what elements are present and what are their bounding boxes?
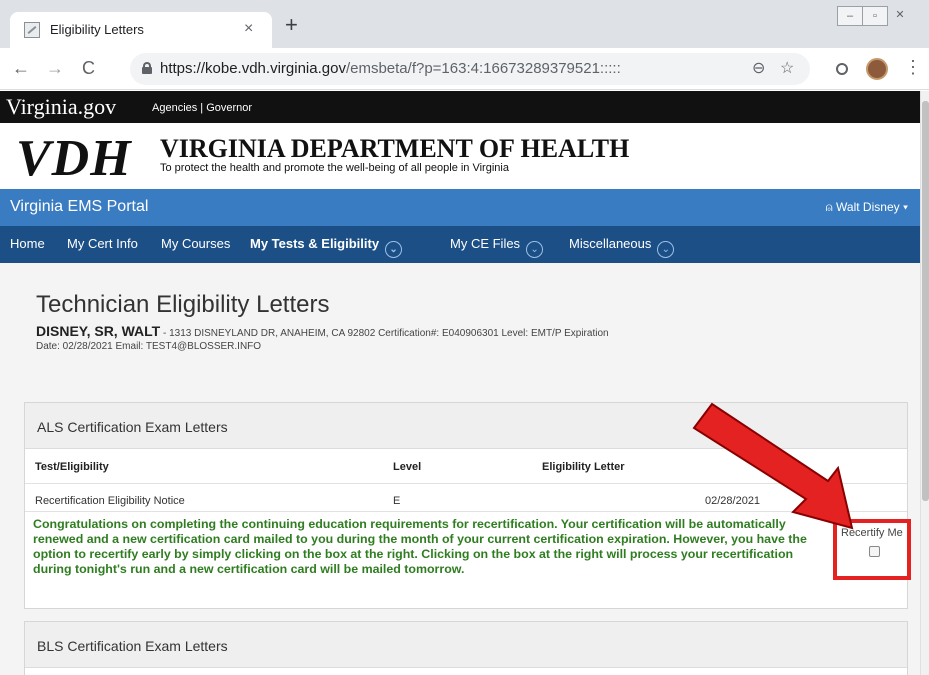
nav-tests-eligibility[interactable]: My Tests & Eligibility ⌄	[250, 236, 403, 258]
vdh-title: VIRGINIA DEPARTMENT OF HEALTH	[160, 134, 630, 163]
nav-miscellaneous[interactable]: Miscellaneous ⌄	[569, 236, 675, 258]
user-icon: ⍝	[825, 200, 837, 214]
main-nav: Home My Cert Info My Courses My Tests & …	[0, 226, 920, 263]
forward-icon[interactable]: →	[46, 58, 64, 79]
close-tab-icon[interactable]: ×	[244, 20, 253, 38]
cell-level: E	[393, 495, 401, 507]
window-controls: – ▫ ✕	[837, 6, 913, 26]
virginia-gov-logo[interactable]: Virginia.gov	[6, 94, 116, 120]
address-bar[interactable]: https://kobe.vdh.virginia.gov/emsbeta/f?…	[130, 53, 810, 85]
screenshot-root: Eligibility Letters × + – ▫ ✕ ← → C http…	[0, 0, 929, 675]
reload-icon[interactable]: C	[82, 58, 95, 79]
page-title: Technician Eligibility Letters	[36, 291, 330, 318]
nav-home[interactable]: Home	[10, 236, 45, 251]
portal-header: Virginia EMS Portal ⍝ Walt Disney ▾	[0, 189, 920, 226]
browser-toolbar: ← → C https://kobe.vdh.virginia.gov/emsb…	[0, 48, 929, 90]
scroll-thumb[interactable]	[922, 101, 929, 501]
gov-links[interactable]: Agencies | Governor	[152, 102, 252, 114]
bls-panel: BLS Certification Exam Letters	[24, 621, 908, 675]
new-tab-button[interactable]: +	[285, 14, 298, 36]
bls-panel-title: BLS Certification Exam Letters	[37, 638, 228, 654]
profile-avatar[interactable]	[866, 58, 888, 80]
page-favicon-icon	[24, 22, 40, 38]
bls-panel-header: BLS Certification Exam Letters	[25, 622, 907, 668]
chevron-down-icon[interactable]: ⌄	[385, 241, 403, 258]
menu-icon[interactable]: ⋮	[904, 57, 922, 78]
recertification-message: Congratulations on completing the contin…	[33, 517, 807, 576]
nav-courses[interactable]: My Courses	[161, 236, 230, 251]
row-divider	[25, 511, 907, 512]
lock-icon	[142, 62, 152, 74]
nav-ce-files[interactable]: My CE Files ⌄	[450, 236, 544, 258]
column-header-level[interactable]: Level	[393, 461, 421, 473]
column-header-test[interactable]: Test/Eligibility	[35, 461, 109, 473]
chevron-down-icon[interactable]: ⌄	[657, 241, 675, 258]
maximize-icon[interactable]: ▫	[862, 6, 888, 26]
close-window-icon[interactable]: ✕	[887, 6, 913, 26]
page-scrollbar[interactable]	[920, 91, 929, 675]
cell-date: 02/28/2021	[705, 495, 761, 507]
chevron-down-icon[interactable]: ⌄	[526, 241, 544, 258]
technician-name: DISNEY, SR, WALT	[36, 323, 161, 339]
portal-title[interactable]: Virginia EMS Portal	[10, 198, 148, 216]
star-icon[interactable]: ☆	[780, 58, 794, 78]
main-content: Technician Eligibility Letters DISNEY, S…	[0, 263, 920, 675]
als-panel-header: ALS Certification Exam Letters	[25, 403, 907, 449]
cell-test: Recertification Eligibility Notice	[35, 495, 185, 507]
zoom-icon[interactable]: ⊖	[752, 58, 765, 78]
vdh-tagline: To protect the health and promote the we…	[160, 162, 509, 174]
column-header-letter[interactable]: Eligibility Letter	[542, 461, 625, 473]
browser-tab-bar: Eligibility Letters × + – ▫ ✕	[0, 0, 929, 48]
als-panel: ALS Certification Exam Letters Test/Elig…	[24, 402, 911, 609]
als-panel-title: ALS Certification Exam Letters	[37, 419, 228, 435]
user-menu[interactable]: ⍝ Walt Disney ▾	[826, 200, 909, 215]
highlight-box	[833, 519, 911, 580]
url-text: https://kobe.vdh.virginia.gov/emsbeta/f?…	[160, 60, 621, 77]
technician-details: DISNEY, SR, WALT - 1313 DISNEYLAND DR, A…	[36, 323, 609, 352]
back-icon[interactable]: ←	[12, 58, 30, 79]
vdh-logo: VDH	[16, 130, 132, 187]
virginia-gov-bar: Virginia.gov Agencies | Governor	[0, 91, 920, 123]
column-header-date[interactable]: Date	[765, 461, 789, 473]
extension-icon[interactable]	[836, 63, 848, 75]
row-divider	[25, 483, 907, 484]
nav-cert-info[interactable]: My Cert Info	[67, 236, 138, 251]
tab-title: Eligibility Letters	[50, 22, 144, 37]
vdh-banner: VDH VIRGINIA DEPARTMENT OF HEALTH To pro…	[0, 123, 920, 189]
browser-tab[interactable]: Eligibility Letters ×	[10, 12, 272, 48]
page-viewport: Virginia.gov Agencies | Governor VDH VIR…	[0, 91, 920, 675]
minimize-icon[interactable]: –	[837, 6, 863, 26]
